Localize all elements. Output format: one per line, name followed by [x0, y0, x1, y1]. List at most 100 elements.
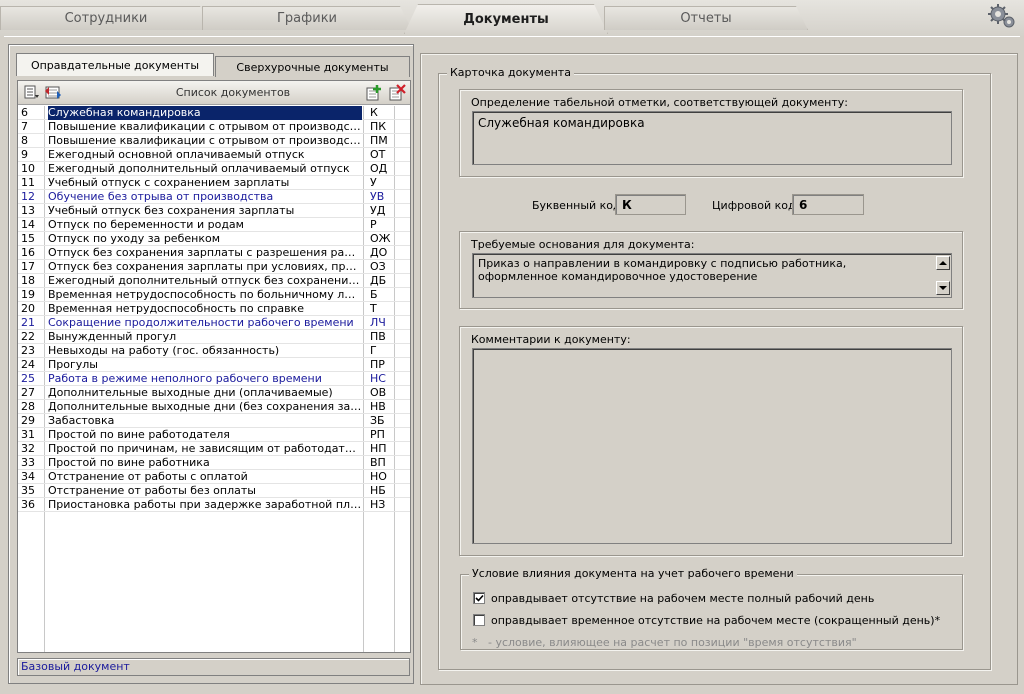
partial-day-checkbox[interactable] — [473, 614, 485, 626]
table-row[interactable]: 29 Забастовка ЗБ — [18, 414, 410, 428]
full-day-checkbox[interactable] — [473, 592, 485, 604]
table-row[interactable]: 28 Дополнительные выходные дни (без сохра… — [18, 400, 410, 414]
table-row[interactable]: 6 Служебная командировка К — [18, 106, 410, 120]
full-day-label[interactable]: оправдывает отсутствие на рабочем месте … — [491, 592, 874, 605]
delete-document-icon[interactable] — [388, 84, 406, 102]
scroll-down-button[interactable] — [936, 281, 950, 295]
row-id: 6 — [21, 106, 28, 119]
tab-documents[interactable]: Документы — [404, 4, 608, 34]
row-name: Временная нетрудоспособность по больничн… — [48, 288, 362, 301]
comments-field[interactable] — [472, 348, 952, 544]
table-row[interactable]: 19 Временная нетрудоспособность по больни… — [18, 288, 410, 302]
row-id: 9 — [21, 148, 28, 161]
row-id: 24 — [21, 358, 35, 371]
row-name: Приостановка работы при задержке заработ… — [48, 498, 362, 511]
table-row[interactable]: 12 Обучение без отрыва от производства УВ — [18, 190, 410, 204]
tab-overtime-docs[interactable]: Сверхурочные документы — [215, 56, 410, 77]
row-name: Сокращение продолжительности рабочего вр… — [48, 316, 354, 329]
table-row[interactable]: 23 Невыходы на работу (гос. обязанность) Г — [18, 344, 410, 358]
row-name: Служебная командировка — [48, 106, 362, 120]
row-id: 8 — [21, 134, 28, 147]
row-code: Г — [370, 344, 377, 357]
row-id: 25 — [21, 372, 35, 385]
table-row[interactable]: 9 Ежегодный основной оплачиваемый отпуск О… — [18, 148, 410, 162]
tab-justification-docs[interactable]: Оправдательные документы — [16, 53, 214, 76]
settings-gear-icon[interactable] — [986, 2, 1018, 30]
table-row[interactable]: 15 Отпуск по уходу за ребенком ОЖ — [18, 232, 410, 246]
definition-field[interactable]: Служебная командировка — [472, 111, 952, 165]
table-row[interactable]: 27 Дополнительные выходные дни (оплачивае… — [18, 386, 410, 400]
row-code: НВ — [370, 400, 386, 413]
grounds-field[interactable]: Приказ о направлении в командировку с по… — [472, 253, 952, 298]
table-row[interactable]: 14 Отпуск по беременности и родам Р — [18, 218, 410, 232]
table-row[interactable]: 33 Простой по вине работника ВП — [18, 456, 410, 470]
row-name: Ежегодный дополнительный оплачиваемый от… — [48, 162, 350, 175]
tab-schedules[interactable]: Графики — [202, 6, 412, 30]
tab-justification-docs-label: Оправдательные документы — [30, 58, 200, 72]
table-row[interactable]: 10 Ежегодный дополнительный оплачиваемый … — [18, 162, 410, 176]
row-id: 23 — [21, 344, 35, 357]
row-code: РП — [370, 428, 385, 441]
definition-box: Определение табельной отметки, соответст… — [459, 89, 963, 177]
row-code: НС — [370, 372, 386, 385]
documents-list[interactable]: Список документов 6 Служебная командировк… — [17, 80, 411, 653]
table-row[interactable]: 21 Сокращение продолжительности рабочего … — [18, 316, 410, 330]
table-row[interactable]: 34 Отстранение от работы с оплатой НО — [18, 470, 410, 484]
row-name: Ежегодный дополнительный отпуск без сохр… — [48, 274, 362, 287]
table-row[interactable]: 11 Учебный отпуск с сохранением зарплаты У — [18, 176, 410, 190]
top-tab-bar: Сотрудники Графики Документы Отчеты — [0, 0, 1024, 36]
table-row[interactable]: 7 Повышение квалификации с отрывом от про… — [18, 120, 410, 134]
tab-reports[interactable]: Отчеты — [604, 6, 808, 30]
scroll-up-button[interactable] — [936, 256, 950, 270]
definition-label: Определение табельной отметки, соответст… — [471, 96, 848, 109]
table-row[interactable]: 32 Простой по причинам, не зависящим от р… — [18, 442, 410, 456]
tab-employees[interactable]: Сотрудники — [0, 6, 212, 30]
row-id: 16 — [21, 246, 35, 259]
row-id: 28 — [21, 400, 35, 413]
row-name: Дополнительные выходные дни (без сохране… — [48, 400, 362, 413]
row-name: Отпуск по беременности и родам — [48, 218, 244, 231]
arrow-down-icon — [939, 286, 947, 290]
tab-schedules-label: Графики — [276, 11, 337, 26]
row-id: 29 — [21, 414, 35, 427]
table-row[interactable]: 8 Повышение квалификации с отрывом от про… — [18, 134, 410, 148]
table-row[interactable]: 25 Работа в режиме неполного рабочего вре… — [18, 372, 410, 386]
row-code: ДБ — [370, 274, 387, 287]
add-document-icon[interactable] — [365, 84, 383, 102]
row-id: 20 — [21, 302, 35, 315]
digit-code-label: Цифровой код — [712, 199, 796, 212]
sort-swap-icon[interactable] — [44, 84, 62, 102]
letter-code-field[interactable]: К — [615, 194, 686, 215]
table-row[interactable]: 17 Отпуск без сохранения зарплаты при усл… — [18, 260, 410, 274]
row-id: 11 — [21, 176, 35, 189]
row-name: Прогулы — [48, 358, 98, 371]
row-id: 21 — [21, 316, 35, 329]
partial-day-label[interactable]: оправдывает временное отсутствие на рабо… — [491, 614, 940, 627]
table-row[interactable]: 36 Приостановка работы при задержке зараб… — [18, 498, 410, 512]
table-row[interactable]: 35 Отстранение от работы без оплаты НБ — [18, 484, 410, 498]
table-row[interactable]: 18 Ежегодный дополнительный отпуск без со… — [18, 274, 410, 288]
row-code: ОЗ — [370, 260, 386, 273]
digit-code-field[interactable]: 6 — [792, 194, 864, 215]
row-code: ПМ — [370, 134, 388, 147]
row-code: ПР — [370, 358, 385, 371]
row-code: ОТ — [370, 148, 386, 161]
row-id: 33 — [21, 456, 35, 469]
table-row[interactable]: 22 Вынужденный прогул ПВ — [18, 330, 410, 344]
comments-box: Комментарии к документу: — [459, 326, 963, 556]
list-menu-icon[interactable] — [23, 84, 41, 102]
tab-employees-label: Сотрудники — [64, 11, 148, 26]
table-row[interactable]: 20 Временная нетрудоспособность по справк… — [18, 302, 410, 316]
table-row[interactable]: 31 Простой по вине работодателя РП — [18, 428, 410, 442]
row-code: К — [370, 106, 378, 119]
row-code: НО — [370, 470, 387, 483]
row-id: 13 — [21, 204, 35, 217]
table-row[interactable]: 24 Прогулы ПР — [18, 358, 410, 372]
row-id: 34 — [21, 470, 35, 483]
row-code: Р — [370, 218, 377, 231]
row-name: Простой по причинам, не зависящим от раб… — [48, 442, 362, 455]
row-name: Работа в режиме неполного рабочего време… — [48, 372, 322, 385]
table-row[interactable]: 16 Отпуск без сохранения зарплаты с разре… — [18, 246, 410, 260]
table-row[interactable]: 13 Учебный отпуск без сохранения зарплаты… — [18, 204, 410, 218]
row-code: ОД — [370, 162, 388, 175]
